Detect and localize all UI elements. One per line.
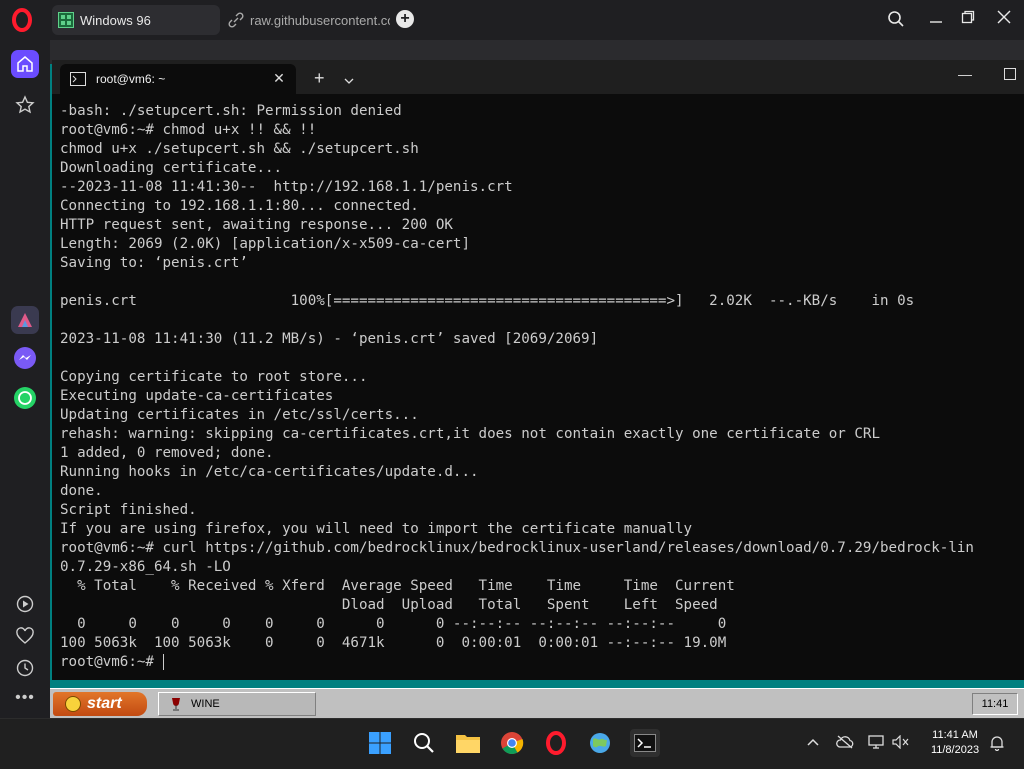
terminal-tab-title: root@vm6: ~ xyxy=(96,72,166,86)
terminal-line: 0 0 0 0 0 0 0 0 --:--:-- --:--:-- --:--:… xyxy=(60,616,727,632)
terminal-line: 0.7.29-x86_64.sh -LO xyxy=(60,559,231,575)
terminal-line: root@vm6:~# curl https://github.com/bedr… xyxy=(60,540,974,556)
display-icon[interactable] xyxy=(868,735,886,753)
terminal-tab-icon xyxy=(70,72,86,86)
terminal-line: -bash: ./setupcert.sh: Permission denied xyxy=(60,103,402,119)
windows-taskbar: 11:41 AM 11/8/2023 xyxy=(0,718,1024,769)
windows96-start-button[interactable]: start xyxy=(53,692,147,716)
terminal-line: Script finished. xyxy=(60,502,197,518)
terminal-line: If you are using firefox, you will need … xyxy=(60,521,693,537)
start-label: start xyxy=(87,695,122,712)
history-clock-icon[interactable] xyxy=(11,654,39,682)
terminal-line: Saving to: ‘penis.crt’ xyxy=(60,255,248,271)
aria-ai-icon[interactable] xyxy=(11,306,39,334)
terminal-line: penis.crt 100%[=========================… xyxy=(60,293,915,309)
new-terminal-tab-icon[interactable]: + xyxy=(314,68,325,89)
terminal-line: done. xyxy=(60,483,103,499)
search-icon[interactable] xyxy=(886,10,906,30)
player-icon[interactable] xyxy=(11,590,39,618)
volume-muted-icon[interactable] xyxy=(892,734,910,753)
browser-tab-raw-github[interactable]: raw.githubusercontent.com xyxy=(222,5,390,35)
terminal-line: Length: 2069 (2.0K) [application/x-x509-… xyxy=(60,236,470,252)
terminal-line: Updating certificates in /etc/ssl/certs.… xyxy=(60,407,419,423)
windows-start-icon[interactable] xyxy=(366,729,394,757)
terminal-line: Running hooks in /etc/ca-certificates/up… xyxy=(60,464,479,480)
terminal-line: Executing update-ca-certificates xyxy=(60,388,334,404)
system-clock[interactable]: 11:41 AM 11/8/2023 xyxy=(920,728,990,758)
browser-tab-label: raw.githubusercontent.com xyxy=(250,12,390,28)
heart-icon[interactable] xyxy=(11,622,39,650)
link-favicon-icon xyxy=(228,12,244,28)
terminal-line: root@vm6:~# chmod u+x !! && !! xyxy=(60,122,317,138)
terminal-line: % Total % Received % Xferd Average Speed… xyxy=(60,578,735,594)
terminal-line: --2023-11-08 11:41:30-- http://192.168.1… xyxy=(60,179,513,195)
terminal-minimize-icon[interactable]: — xyxy=(958,66,972,82)
clock-time: 11:41 AM xyxy=(932,729,978,741)
terminal-maximize-icon[interactable] xyxy=(1004,68,1016,80)
home-icon[interactable] xyxy=(11,50,39,78)
clock-date: 11/8/2023 xyxy=(930,744,980,756)
terminal-prompt: root@vm6:~# xyxy=(60,654,163,670)
terminal-window[interactable]: root@vm6: ~ ✕ + — -bash: ./setupcert.sh:… xyxy=(52,60,1024,680)
terminal-line: Downloading certificate... xyxy=(60,160,283,176)
wine-glass-icon xyxy=(171,697,181,711)
terminal-line: Copying certificate to root store... xyxy=(60,369,368,385)
globe-app-icon[interactable] xyxy=(586,729,614,757)
new-tab-button[interactable]: + xyxy=(396,10,414,28)
close-tab-icon[interactable]: ✕ xyxy=(272,71,286,85)
opera-sidebar: ••• xyxy=(0,40,50,718)
more-options-icon[interactable]: ••• xyxy=(11,684,39,712)
whatsapp-icon[interactable] xyxy=(11,384,39,412)
messenger-icon[interactable] xyxy=(11,344,39,372)
chrome-icon[interactable] xyxy=(498,729,526,757)
windows96-desktop: root@vm6: ~ ✕ + — -bash: ./setupcert.sh:… xyxy=(50,40,1024,718)
notification-bell-icon[interactable] xyxy=(988,735,1006,753)
browser-tab-bar: Windows 96 raw.githubusercontent.com + xyxy=(0,0,1024,40)
chevron-down-icon[interactable] xyxy=(344,72,354,90)
restore-icon[interactable] xyxy=(958,10,978,30)
smiley-icon xyxy=(65,696,81,712)
windows96-taskbar: start WINE 11:41 xyxy=(50,688,1024,718)
terminal-app-icon[interactable] xyxy=(630,729,660,757)
bookmarks-star-icon[interactable] xyxy=(11,91,39,119)
terminal-line: Dload Upload Total Spent Left Speed xyxy=(60,597,718,613)
terminal-output[interactable]: -bash: ./setupcert.sh: Permission denied… xyxy=(60,102,1020,680)
taskbar-item-label: WINE xyxy=(191,698,220,710)
search-icon[interactable] xyxy=(410,729,438,757)
browser-tab-label: Windows 96 xyxy=(80,12,151,28)
chevron-up-icon[interactable] xyxy=(804,735,822,753)
browser-tab-windows96[interactable]: Windows 96 xyxy=(52,5,220,35)
file-explorer-icon[interactable] xyxy=(454,729,482,757)
minimize-icon[interactable] xyxy=(926,10,946,30)
terminal-line: 1 added, 0 removed; done. xyxy=(60,445,274,461)
terminal-line: Connecting to 192.168.1.1:80... connecte… xyxy=(60,198,419,214)
terminal-tab[interactable]: root@vm6: ~ ✕ xyxy=(60,64,296,94)
taskbar-item-wine[interactable]: WINE xyxy=(158,692,316,716)
terminal-prompt-line[interactable]: root@vm6:~# xyxy=(60,653,1020,672)
close-icon[interactable] xyxy=(994,10,1014,30)
cloud-offline-icon[interactable] xyxy=(836,735,854,753)
terminal-line: 100 5063k 100 5063k 0 0 4671k 0 0:00:01 … xyxy=(60,635,727,651)
terminal-line: 2023-11-08 11:41:30 (11.2 MB/s) - ‘penis… xyxy=(60,331,599,347)
terminal-titlebar[interactable]: root@vm6: ~ ✕ + — xyxy=(52,60,1024,94)
text-cursor xyxy=(162,654,164,670)
opera-logo-icon[interactable] xyxy=(10,8,34,32)
windows96-clock: 11:41 xyxy=(972,693,1018,715)
terminal-line: HTTP request sent, awaiting response... … xyxy=(60,217,453,233)
opera-icon[interactable] xyxy=(542,729,570,757)
windows96-favicon-icon xyxy=(58,12,74,28)
terminal-line: rehash: warning: skipping ca-certificate… xyxy=(60,426,880,442)
terminal-line: chmod u+x ./setupcert.sh && ./setupcert.… xyxy=(60,141,419,157)
